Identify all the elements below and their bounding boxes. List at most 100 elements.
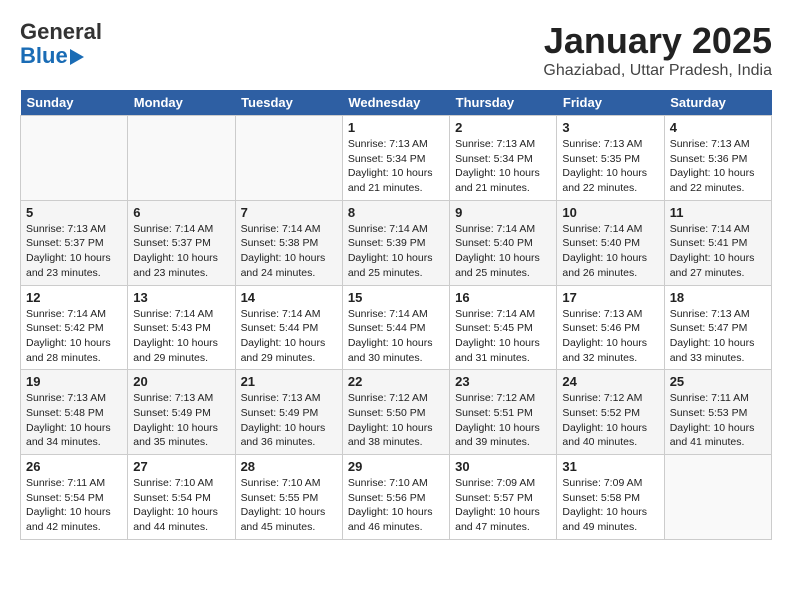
day-info: Sunrise: 7:14 AM Sunset: 5:43 PM Dayligh… — [133, 307, 229, 366]
calendar-week-row: 26 Sunrise: 7:11 AM Sunset: 5:54 PM Dayli… — [21, 455, 772, 540]
day-info: Sunrise: 7:13 AM Sunset: 5:36 PM Dayligh… — [670, 137, 766, 196]
day-info: Sunrise: 7:10 AM Sunset: 5:56 PM Dayligh… — [348, 476, 444, 535]
calendar-week-row: 5 Sunrise: 7:13 AM Sunset: 5:37 PM Daylig… — [21, 200, 772, 285]
day-number: 30 — [455, 459, 551, 474]
weekday-header-saturday: Saturday — [664, 90, 771, 116]
day-number: 19 — [26, 374, 122, 389]
day-number: 14 — [241, 290, 337, 305]
calendar-week-row: 19 Sunrise: 7:13 AM Sunset: 5:48 PM Dayli… — [21, 370, 772, 455]
day-number: 28 — [241, 459, 337, 474]
calendar-cell: 17Sunrise: 7:13 AM Sunset: 5:46 PM Dayli… — [557, 285, 664, 370]
calendar-cell: 20 Sunrise: 7:13 AM Sunset: 5:49 PM Dayli… — [128, 370, 235, 455]
day-number: 23 — [455, 374, 551, 389]
calendar-cell — [21, 116, 128, 201]
calendar-cell: 22Sunrise: 7:12 AM Sunset: 5:50 PM Dayli… — [342, 370, 449, 455]
day-info: Sunrise: 7:14 AM Sunset: 5:37 PM Dayligh… — [133, 222, 229, 281]
calendar-cell — [664, 455, 771, 540]
day-number: 27 — [133, 459, 229, 474]
calendar-cell: 29 Sunrise: 7:10 AM Sunset: 5:56 PM Dayli… — [342, 455, 449, 540]
calendar-cell: 5 Sunrise: 7:13 AM Sunset: 5:37 PM Daylig… — [21, 200, 128, 285]
calendar-week-row: 1 Sunrise: 7:13 AM Sunset: 5:34 PM Daylig… — [21, 116, 772, 201]
day-number: 21 — [241, 374, 337, 389]
day-number: 25 — [670, 374, 766, 389]
calendar-cell: 3 Sunrise: 7:13 AM Sunset: 5:35 PM Daylig… — [557, 116, 664, 201]
day-info: Sunrise: 7:11 AM Sunset: 5:54 PM Dayligh… — [26, 476, 122, 535]
title-block: January 2025 Ghaziabad, Uttar Pradesh, I… — [543, 20, 772, 80]
calendar-cell: 13 Sunrise: 7:14 AM Sunset: 5:43 PM Dayli… — [128, 285, 235, 370]
calendar-cell: 18Sunrise: 7:13 AM Sunset: 5:47 PM Dayli… — [664, 285, 771, 370]
calendar-cell: 21 Sunrise: 7:13 AM Sunset: 5:49 PM Dayli… — [235, 370, 342, 455]
calendar-cell: 15Sunrise: 7:14 AM Sunset: 5:44 PM Dayli… — [342, 285, 449, 370]
day-number: 29 — [348, 459, 444, 474]
day-info: Sunrise: 7:14 AM Sunset: 5:39 PM Dayligh… — [348, 222, 444, 281]
day-number: 6 — [133, 205, 229, 220]
calendar-cell: 31Sunrise: 7:09 AM Sunset: 5:58 PM Dayli… — [557, 455, 664, 540]
calendar-cell: 28 Sunrise: 7:10 AM Sunset: 5:55 PM Dayli… — [235, 455, 342, 540]
day-number: 4 — [670, 120, 766, 135]
day-info: Sunrise: 7:12 AM Sunset: 5:50 PM Dayligh… — [348, 391, 444, 450]
weekday-header-tuesday: Tuesday — [235, 90, 342, 116]
day-number: 12 — [26, 290, 122, 305]
calendar-cell: 27 Sunrise: 7:10 AM Sunset: 5:54 PM Dayli… — [128, 455, 235, 540]
day-info: Sunrise: 7:10 AM Sunset: 5:54 PM Dayligh… — [133, 476, 229, 535]
calendar-cell — [128, 116, 235, 201]
calendar-cell: 16Sunrise: 7:14 AM Sunset: 5:45 PM Dayli… — [450, 285, 557, 370]
day-info: Sunrise: 7:13 AM Sunset: 5:46 PM Dayligh… — [562, 307, 658, 366]
day-number: 13 — [133, 290, 229, 305]
day-info: Sunrise: 7:13 AM Sunset: 5:34 PM Dayligh… — [455, 137, 551, 196]
logo-text: General Blue — [20, 20, 102, 68]
day-info: Sunrise: 7:14 AM Sunset: 5:42 PM Dayligh… — [26, 307, 122, 366]
calendar-cell: 12 Sunrise: 7:14 AM Sunset: 5:42 PM Dayli… — [21, 285, 128, 370]
weekday-header-sunday: Sunday — [21, 90, 128, 116]
day-info: Sunrise: 7:13 AM Sunset: 5:48 PM Dayligh… — [26, 391, 122, 450]
month-title: January 2025 — [543, 20, 772, 62]
logo-arrow-icon — [70, 49, 84, 65]
day-info: Sunrise: 7:10 AM Sunset: 5:55 PM Dayligh… — [241, 476, 337, 535]
calendar-cell — [235, 116, 342, 201]
day-number: 20 — [133, 374, 229, 389]
calendar-cell: 2 Sunrise: 7:13 AM Sunset: 5:34 PM Daylig… — [450, 116, 557, 201]
day-info: Sunrise: 7:09 AM Sunset: 5:58 PM Dayligh… — [562, 476, 658, 535]
calendar-cell: 24Sunrise: 7:12 AM Sunset: 5:52 PM Dayli… — [557, 370, 664, 455]
calendar-cell: 11Sunrise: 7:14 AM Sunset: 5:41 PM Dayli… — [664, 200, 771, 285]
location: Ghaziabad, Uttar Pradesh, India — [543, 62, 772, 80]
page-header: General Blue January 2025 Ghaziabad, Utt… — [20, 20, 772, 80]
calendar-cell: 7 Sunrise: 7:14 AM Sunset: 5:38 PM Daylig… — [235, 200, 342, 285]
day-info: Sunrise: 7:13 AM Sunset: 5:49 PM Dayligh… — [133, 391, 229, 450]
calendar-cell: 10Sunrise: 7:14 AM Sunset: 5:40 PM Dayli… — [557, 200, 664, 285]
logo: General Blue — [20, 20, 102, 68]
day-number: 2 — [455, 120, 551, 135]
day-info: Sunrise: 7:13 AM Sunset: 5:37 PM Dayligh… — [26, 222, 122, 281]
day-number: 5 — [26, 205, 122, 220]
calendar-cell: 8Sunrise: 7:14 AM Sunset: 5:39 PM Daylig… — [342, 200, 449, 285]
logo-blue: Blue — [20, 43, 68, 68]
calendar-week-row: 12 Sunrise: 7:14 AM Sunset: 5:42 PM Dayli… — [21, 285, 772, 370]
calendar-cell: 25Sunrise: 7:11 AM Sunset: 5:53 PM Dayli… — [664, 370, 771, 455]
calendar-table: SundayMondayTuesdayWednesdayThursdayFrid… — [20, 90, 772, 540]
day-number: 24 — [562, 374, 658, 389]
calendar-cell: 6 Sunrise: 7:14 AM Sunset: 5:37 PM Daylig… — [128, 200, 235, 285]
weekday-header-monday: Monday — [128, 90, 235, 116]
day-info: Sunrise: 7:14 AM Sunset: 5:44 PM Dayligh… — [348, 307, 444, 366]
weekday-header-friday: Friday — [557, 90, 664, 116]
day-info: Sunrise: 7:13 AM Sunset: 5:49 PM Dayligh… — [241, 391, 337, 450]
day-number: 3 — [562, 120, 658, 135]
day-info: Sunrise: 7:14 AM Sunset: 5:40 PM Dayligh… — [455, 222, 551, 281]
day-info: Sunrise: 7:13 AM Sunset: 5:35 PM Dayligh… — [562, 137, 658, 196]
day-number: 10 — [562, 205, 658, 220]
day-number: 7 — [241, 205, 337, 220]
calendar-header-row: SundayMondayTuesdayWednesdayThursdayFrid… — [21, 90, 772, 116]
calendar-cell: 23 Sunrise: 7:12 AM Sunset: 5:51 PM Dayli… — [450, 370, 557, 455]
day-number: 26 — [26, 459, 122, 474]
calendar-cell: 19 Sunrise: 7:13 AM Sunset: 5:48 PM Dayli… — [21, 370, 128, 455]
day-info: Sunrise: 7:14 AM Sunset: 5:45 PM Dayligh… — [455, 307, 551, 366]
calendar-cell: 30Sunrise: 7:09 AM Sunset: 5:57 PM Dayli… — [450, 455, 557, 540]
day-info: Sunrise: 7:14 AM Sunset: 5:38 PM Dayligh… — [241, 222, 337, 281]
calendar-cell: 14Sunrise: 7:14 AM Sunset: 5:44 PM Dayli… — [235, 285, 342, 370]
calendar-cell: 9 Sunrise: 7:14 AM Sunset: 5:40 PM Daylig… — [450, 200, 557, 285]
day-info: Sunrise: 7:12 AM Sunset: 5:51 PM Dayligh… — [455, 391, 551, 450]
day-number: 9 — [455, 205, 551, 220]
weekday-header-thursday: Thursday — [450, 90, 557, 116]
day-number: 1 — [348, 120, 444, 135]
day-info: Sunrise: 7:13 AM Sunset: 5:47 PM Dayligh… — [670, 307, 766, 366]
